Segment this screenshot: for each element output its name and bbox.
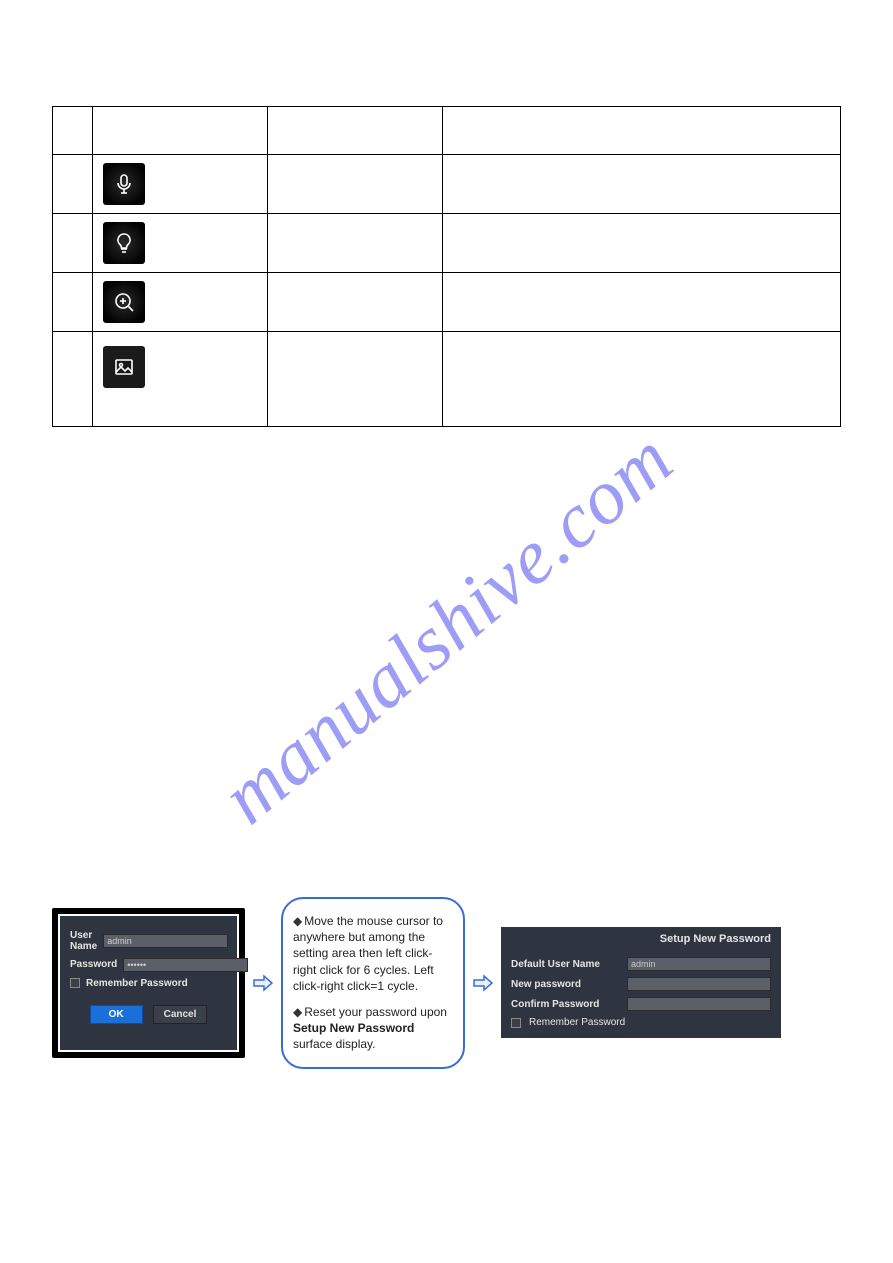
setup-new-password-dialog: Setup New Password Default User Name New… bbox=[501, 927, 781, 1038]
icon-reference-table bbox=[52, 106, 841, 427]
table-row bbox=[53, 332, 841, 427]
note-text-1: Move the mouse cursor to anywhere but am… bbox=[293, 914, 443, 993]
ok-button[interactable]: OK bbox=[90, 1005, 143, 1024]
username-row: User Name bbox=[70, 930, 227, 952]
table-row bbox=[53, 155, 841, 214]
username-label: User Name bbox=[70, 930, 97, 952]
password-label: Password bbox=[70, 959, 117, 970]
remember-row: Remember Password bbox=[70, 978, 227, 989]
default-user-row: Default User Name bbox=[511, 957, 771, 971]
default-user-input[interactable] bbox=[627, 957, 771, 971]
remember-label: Remember Password bbox=[86, 978, 188, 989]
remember-row: Remember Password bbox=[511, 1017, 771, 1028]
password-reset-flow: User Name Password Remember Password OK … bbox=[52, 897, 841, 1069]
mic-icon bbox=[103, 163, 145, 205]
page-content: User Name Password Remember Password OK … bbox=[0, 0, 893, 1109]
default-user-label: Default User Name bbox=[511, 959, 619, 970]
arrow-right-icon bbox=[251, 971, 275, 995]
setup-title: Setup New Password bbox=[511, 933, 771, 945]
confirm-password-input[interactable] bbox=[627, 997, 771, 1011]
new-password-row: New password bbox=[511, 977, 771, 991]
table-row bbox=[53, 214, 841, 273]
cancel-button[interactable]: Cancel bbox=[153, 1005, 208, 1024]
bulb-icon bbox=[103, 222, 145, 264]
confirm-password-label: Confirm Password bbox=[511, 999, 619, 1010]
note-text-2a: Reset your password upon bbox=[304, 1005, 447, 1019]
note-text-2c: surface display. bbox=[293, 1037, 375, 1051]
image-icon bbox=[103, 346, 145, 388]
remember-checkbox[interactable] bbox=[511, 1018, 521, 1028]
username-input[interactable] bbox=[103, 934, 228, 948]
login-dialog: User Name Password Remember Password OK … bbox=[52, 908, 245, 1058]
table-row bbox=[53, 273, 841, 332]
confirm-password-row: Confirm Password bbox=[511, 997, 771, 1011]
table-row bbox=[53, 107, 841, 155]
password-row: Password bbox=[70, 958, 227, 972]
remember-label: Remember Password bbox=[529, 1017, 625, 1028]
note-text-2b: Setup New Password bbox=[293, 1021, 414, 1035]
zoom-in-icon bbox=[103, 281, 145, 323]
instruction-bubble: ◆Move the mouse cursor to anywhere but a… bbox=[281, 897, 465, 1069]
remember-checkbox[interactable] bbox=[70, 978, 80, 988]
password-input[interactable] bbox=[123, 958, 248, 972]
new-password-input[interactable] bbox=[627, 977, 771, 991]
new-password-label: New password bbox=[511, 979, 619, 990]
arrow-right-icon bbox=[471, 971, 495, 995]
